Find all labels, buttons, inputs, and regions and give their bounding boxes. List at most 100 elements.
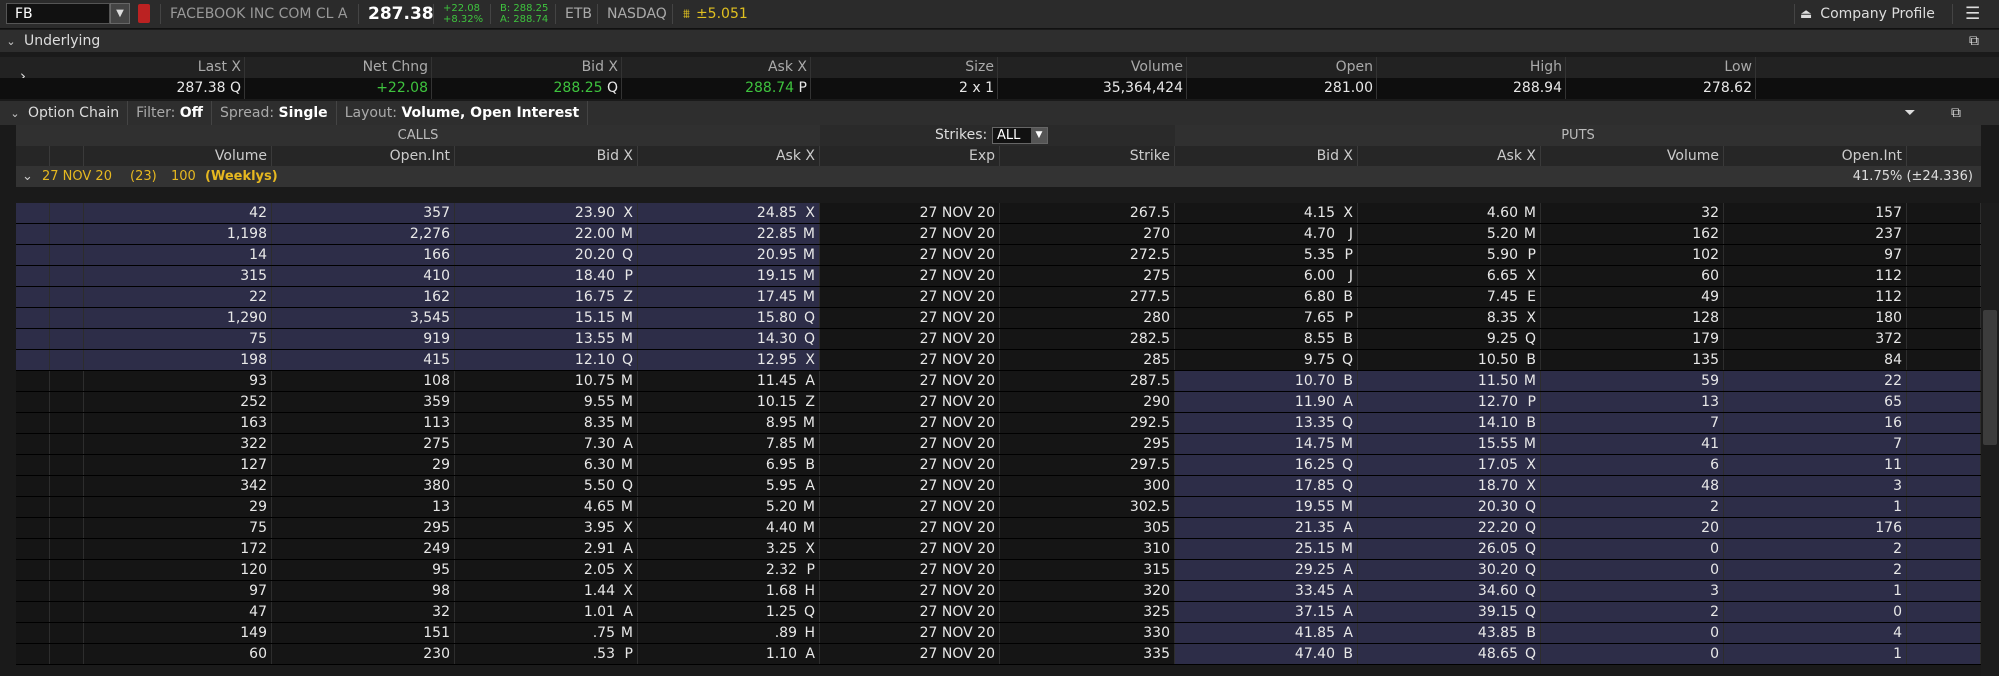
put-ask[interactable]: 43.85 B xyxy=(1358,623,1541,643)
expiration-row[interactable]: ⌄ 27 NOV 20 (23) 100 (Weeklys) 41.75% (±… xyxy=(16,166,1981,187)
call-volume[interactable]: 342 xyxy=(84,476,272,496)
popout-icon[interactable]: ⧉ xyxy=(1945,103,1967,123)
put-bid[interactable]: 25.15 M xyxy=(1175,539,1358,559)
call-volume[interactable]: 163 xyxy=(84,413,272,433)
call-volume[interactable]: 172 xyxy=(84,539,272,559)
put-open-int[interactable]: 0 xyxy=(1724,602,1907,622)
option-row[interactable]: 342 380 5.50 Q 5.95 A 27 NOV 20 300 17.85 Q 18.70 X… xyxy=(16,476,1981,497)
header-call-volume[interactable]: Volume xyxy=(84,146,272,166)
call-volume[interactable]: 75 xyxy=(84,518,272,538)
put-volume[interactable]: 59 xyxy=(1541,371,1724,391)
call-ask[interactable]: 14.30 Q xyxy=(638,329,820,349)
option-row[interactable]: 14 166 20.20 Q 20.95 M 27 NOV 20 272.5 5.35 P 5.90… xyxy=(16,245,1981,266)
put-ask[interactable]: 15.55 M xyxy=(1358,434,1541,454)
call-volume[interactable]: 93 xyxy=(84,371,272,391)
call-bid[interactable]: 15.15 M xyxy=(455,308,638,328)
header-call-ask[interactable]: Ask X xyxy=(638,146,820,166)
call-bid[interactable]: 3.95 X xyxy=(455,518,638,538)
put-bid[interactable]: 37.15 A xyxy=(1175,602,1358,622)
call-bid[interactable]: 23.90 X xyxy=(455,203,638,223)
put-open-int[interactable]: 1 xyxy=(1724,581,1907,601)
call-ask[interactable]: 5.95 A xyxy=(638,476,820,496)
call-volume[interactable]: 47 xyxy=(84,602,272,622)
put-volume[interactable]: 0 xyxy=(1541,623,1724,643)
underlying-panel-header[interactable]: ⌄ Underlying ⧉ xyxy=(0,30,1999,52)
option-row[interactable]: 127 29 6.30 M 6.95 B 27 NOV 20 297.5 16.25 Q 17.05… xyxy=(16,455,1981,476)
option-row[interactable]: 97 98 1.44 X 1.68 H 27 NOV 20 320 33.45 A 34.60 Q 3 1 xyxy=(16,581,1981,602)
option-row[interactable]: 29 13 4.65 M 5.20 M 27 NOV 20 302.5 19.55 M 20.30 Q… xyxy=(16,497,1981,518)
option-row[interactable]: 42 357 23.90 X 24.85 X 27 NOV 20 267.5 4.15 X 4.60… xyxy=(16,203,1981,224)
call-bid[interactable]: .75 M xyxy=(455,623,638,643)
call-open-int[interactable]: 113 xyxy=(272,413,455,433)
call-bid[interactable]: 18.40 P xyxy=(455,266,638,286)
call-open-int[interactable]: 108 xyxy=(272,371,455,391)
call-bid[interactable]: 13.55 M xyxy=(455,329,638,349)
call-open-int[interactable]: 162 xyxy=(272,287,455,307)
put-open-int[interactable]: 97 xyxy=(1724,245,1907,265)
call-volume[interactable]: 60 xyxy=(84,644,272,664)
alert-indicator-icon[interactable] xyxy=(138,4,150,23)
call-ask[interactable]: 2.32 P xyxy=(638,560,820,580)
put-volume[interactable]: 2 xyxy=(1541,497,1724,517)
put-ask[interactable]: 8.35 X xyxy=(1358,308,1541,328)
put-volume[interactable]: 3 xyxy=(1541,581,1724,601)
call-bid[interactable]: 12.10 Q xyxy=(455,350,638,370)
put-volume[interactable]: 48 xyxy=(1541,476,1724,496)
put-ask[interactable]: 7.45 E xyxy=(1358,287,1541,307)
put-open-int[interactable]: 176 xyxy=(1724,518,1907,538)
menu-icon[interactable]: ☰ xyxy=(1965,0,1980,28)
put-volume[interactable]: 6 xyxy=(1541,455,1724,475)
call-open-int[interactable]: 95 xyxy=(272,560,455,580)
call-volume[interactable]: 149 xyxy=(84,623,272,643)
call-bid[interactable]: 4.65 M xyxy=(455,497,638,517)
scrollbar-thumb[interactable] xyxy=(1983,310,1997,445)
put-ask[interactable]: 4.60 M xyxy=(1358,203,1541,223)
call-volume[interactable]: 75 xyxy=(84,329,272,349)
call-volume[interactable]: 97 xyxy=(84,581,272,601)
option-row[interactable]: 22 162 16.75 Z 17.45 M 27 NOV 20 277.5 6.80 B 7.45… xyxy=(16,287,1981,308)
put-bid[interactable]: 13.35 Q xyxy=(1175,413,1358,433)
put-ask[interactable]: 22.20 Q xyxy=(1358,518,1541,538)
put-ask[interactable]: 20.30 Q xyxy=(1358,497,1541,517)
option-row[interactable]: 60 230.53 P 1.10 A 27 NOV 20 335 47.40 B 48.65 Q 0 1 xyxy=(16,644,1981,665)
call-open-int[interactable]: 380 xyxy=(272,476,455,496)
put-ask[interactable]: 48.65 Q xyxy=(1358,644,1541,664)
put-open-int[interactable]: 84 xyxy=(1724,350,1907,370)
option-row[interactable]: 75 295 3.95 X 4.40 M 27 NOV 20 305 21.35 A 22.20 Q 2… xyxy=(16,518,1981,539)
call-bid[interactable]: 6.30 M xyxy=(455,455,638,475)
put-bid[interactable]: 47.40 B xyxy=(1175,644,1358,664)
strikes-select[interactable]: ALL ▼ xyxy=(992,127,1048,144)
put-open-int[interactable]: 4 xyxy=(1724,623,1907,643)
header-call-bid[interactable]: Bid X xyxy=(455,146,638,166)
put-ask[interactable]: 11.50 M xyxy=(1358,371,1541,391)
put-open-int[interactable]: 112 xyxy=(1724,266,1907,286)
put-open-int[interactable]: 237 xyxy=(1724,224,1907,244)
option-chain-collapse[interactable]: ⌄ Option Chain xyxy=(0,101,129,125)
call-ask[interactable]: 24.85 X xyxy=(638,203,820,223)
call-volume[interactable]: 322 xyxy=(84,434,272,454)
call-bid[interactable]: 2.91 A xyxy=(455,539,638,559)
header-put-ask[interactable]: Ask X xyxy=(1358,146,1541,166)
call-ask[interactable]: 5.20 M xyxy=(638,497,820,517)
put-volume[interactable]: 32 xyxy=(1541,203,1724,223)
company-profile-button[interactable]: ⏏ Company Profile xyxy=(1800,0,1935,28)
call-bid[interactable]: 1.44 X xyxy=(455,581,638,601)
call-volume[interactable]: 252 xyxy=(84,392,272,412)
put-volume[interactable]: 49 xyxy=(1541,287,1724,307)
header-put-volume[interactable]: Volume xyxy=(1541,146,1724,166)
put-volume[interactable]: 60 xyxy=(1541,266,1724,286)
option-row[interactable]: 1,198 2,276 22.00 M 22.85 M 27 NOV 20 270 4.70 J 5… xyxy=(16,224,1981,245)
option-row[interactable]: 315 410 18.40 P 19.15 M 27 NOV 20 275 6.00 J 6.65 X… xyxy=(16,266,1981,287)
put-bid[interactable]: 4.70 J xyxy=(1175,224,1358,244)
option-row[interactable]: 1,290 3,545 15.15 M 15.80 Q 27 NOV 20 280 7.65 P 8… xyxy=(16,308,1981,329)
call-ask[interactable]: 11.45 A xyxy=(638,371,820,391)
put-open-int[interactable]: 65 xyxy=(1724,392,1907,412)
call-open-int[interactable]: 357 xyxy=(272,203,455,223)
call-volume[interactable]: 127 xyxy=(84,455,272,475)
put-bid[interactable]: 17.85 Q xyxy=(1175,476,1358,496)
put-bid[interactable]: 14.75 M xyxy=(1175,434,1358,454)
put-bid[interactable]: 21.35 A xyxy=(1175,518,1358,538)
put-open-int[interactable]: 1 xyxy=(1724,497,1907,517)
call-open-int[interactable]: 2,276 xyxy=(272,224,455,244)
put-ask[interactable]: 18.70 X xyxy=(1358,476,1541,496)
